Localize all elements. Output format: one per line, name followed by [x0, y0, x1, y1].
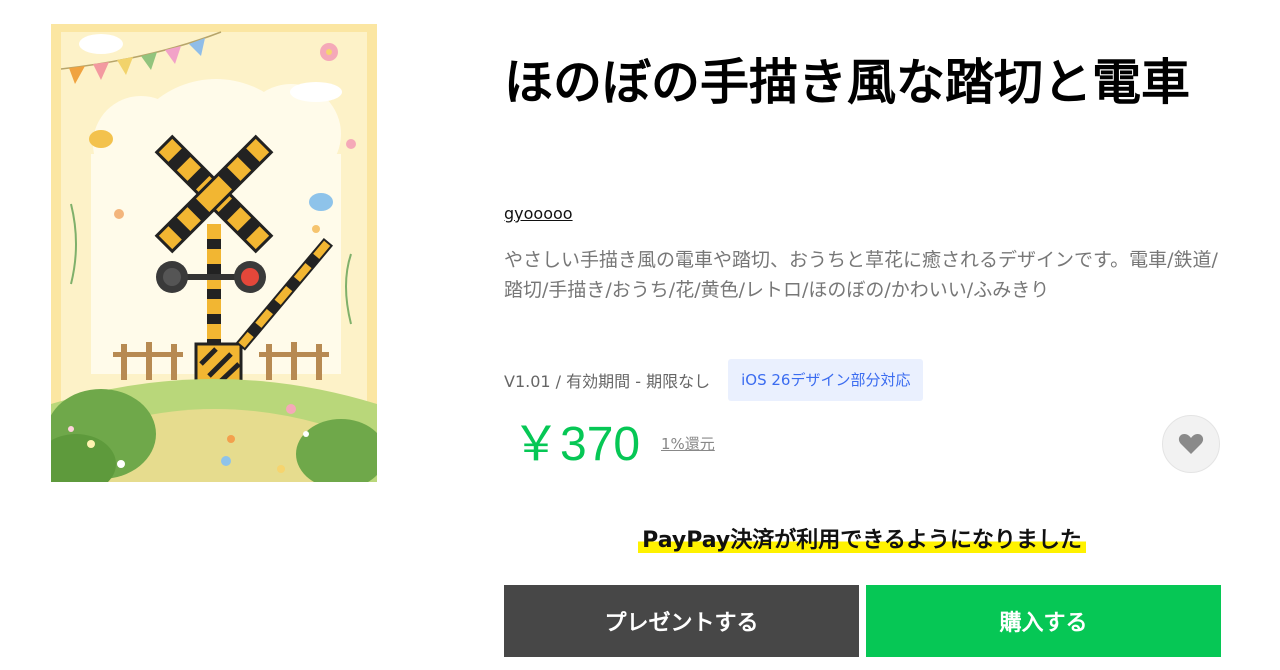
author-link[interactable]: gyooooo [504, 204, 573, 223]
theme-thumbnail [51, 24, 377, 482]
favorite-button[interactable] [1162, 415, 1220, 473]
cashback-link[interactable]: 1%還元 [661, 433, 715, 454]
product-description: やさしい手描き風の電車や踏切、おうちと草花に癒されるデザインです。電車/鉄道/踏… [504, 249, 1218, 301]
ios-design-badge: iOS 26デザイン部分対応 [728, 359, 924, 401]
product-title: ほのぼの手描き風な踏切と電車 [504, 54, 1191, 111]
buy-button[interactable]: 購入する [866, 585, 1221, 657]
paypay-notice-text: PayPay決済が利用できるようになりました [638, 528, 1086, 553]
paypay-notice: PayPay決済が利用できるようになりました [504, 522, 1220, 554]
heart-icon [1178, 434, 1204, 454]
meta-row: V1.01 / 有効期間 - 期限なし iOS 26デザイン部分対応 [504, 359, 924, 401]
railroad-crossing-illustration [51, 24, 377, 482]
version-info: V1.01 / 有効期間 - 期限なし [504, 372, 711, 391]
present-button[interactable]: プレゼントする [504, 585, 859, 657]
price: ￥370 [512, 418, 641, 471]
